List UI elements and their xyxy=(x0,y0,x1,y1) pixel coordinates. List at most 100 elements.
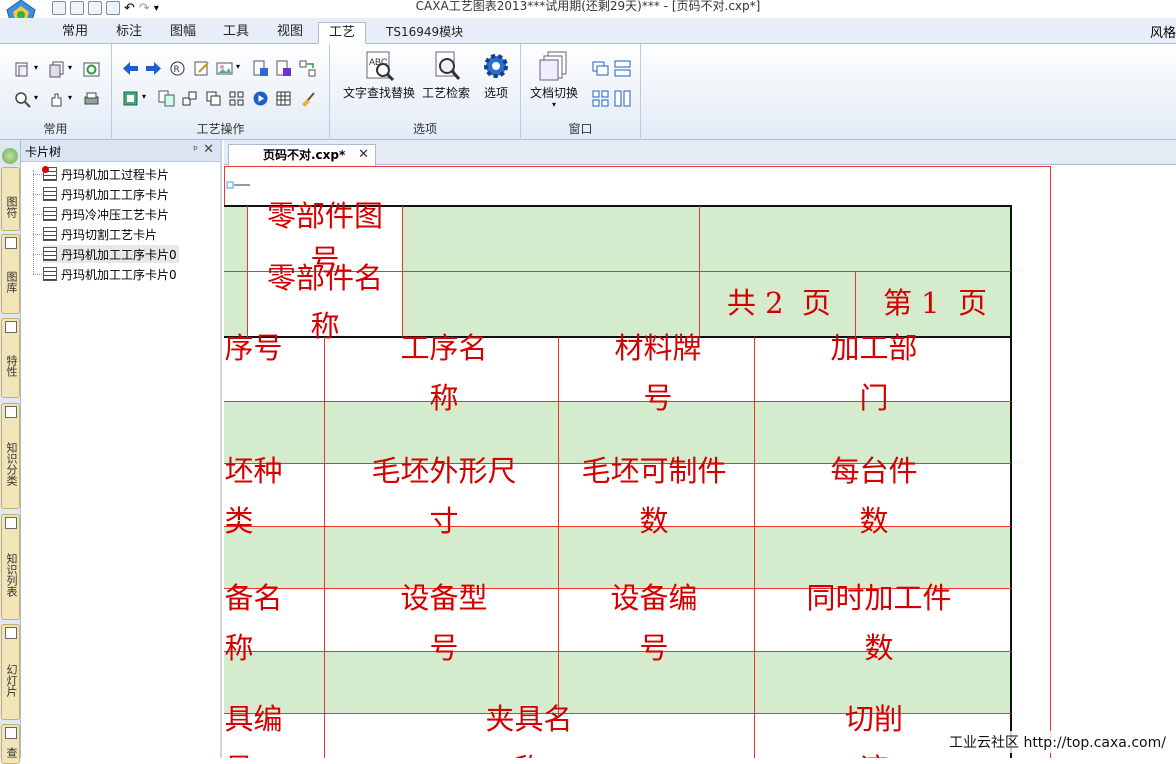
new-card-icon[interactable] xyxy=(14,61,31,78)
operation-card-icon xyxy=(43,267,57,281)
card-grid-line xyxy=(754,337,755,758)
tree-item[interactable]: 丹玛机加工工序卡片 xyxy=(43,185,169,203)
document-tab[interactable]: 页码不对.cxp* ✕ xyxy=(228,144,376,166)
process-search-label: 工艺检索 xyxy=(421,86,470,100)
side-tab-slides[interactable]: 幻灯片 xyxy=(1,624,20,720)
play-icon[interactable] xyxy=(252,90,269,107)
library-icon xyxy=(5,237,17,249)
title-bar: ↶ ↷ ▾ CAXA工艺图表2013***试用期(还剩29天)*** - [页码… xyxy=(0,0,1176,29)
brush-icon[interactable] xyxy=(299,90,316,107)
tile-vertical-icon[interactable] xyxy=(614,90,631,107)
side-tab-strip: 图符 图库 特性 知识分类 知识列表 幻灯片 查 xyxy=(0,140,21,764)
find-replace-button[interactable]: ABC 文字查找替换 xyxy=(336,50,422,101)
chevron-down-icon[interactable]: ▾ xyxy=(68,63,72,72)
side-tab-search[interactable]: 查 xyxy=(1,724,20,764)
pan-icon[interactable] xyxy=(48,91,65,108)
ribbon: ▾ ▾ ▾ ▾ 常用 R ▾ ▾ 工艺操作 ABC 文字查找替换 工艺检索 选项… xyxy=(0,44,1176,140)
group-process-ops-label: 工艺操作 xyxy=(196,122,245,136)
side-tab-knowledge-category[interactable]: 知识分类 xyxy=(1,403,20,509)
watermark: 工业云社区 http://top.caxa.com/ xyxy=(946,731,1169,753)
chevron-down-icon[interactable]: ▾ xyxy=(236,62,240,71)
department-label: 加工部门 xyxy=(830,331,918,415)
side-tab-properties[interactable]: 特性 xyxy=(1,318,20,398)
operation-no-label: 工序号 xyxy=(224,331,283,365)
options-button[interactable]: 选项 xyxy=(478,50,514,101)
card-sync-icon[interactable] xyxy=(299,60,316,77)
document-tab-label: 页码不对.cxp* xyxy=(263,148,346,162)
side-tab-symbols[interactable]: 图符 xyxy=(1,167,20,231)
pin-icon[interactable]: ᵖ xyxy=(193,143,198,156)
print-card-icon[interactable] xyxy=(83,91,100,108)
process-card-icon xyxy=(42,166,57,181)
chevron-down-icon[interactable]: ▾ xyxy=(34,93,38,102)
side-tab-label: 知识分类 xyxy=(5,442,18,486)
insert-image-icon[interactable] xyxy=(216,60,233,77)
close-icon[interactable]: ✕ xyxy=(203,142,214,157)
card-grid-line xyxy=(699,206,700,337)
card-merge-icon[interactable] xyxy=(158,90,175,107)
side-tab-knowledge-list[interactable]: 知识列表 xyxy=(1,514,20,620)
arrow-right-icon[interactable] xyxy=(145,60,162,77)
arrow-left-icon[interactable] xyxy=(122,60,139,77)
tab-common[interactable]: 常用 xyxy=(60,22,90,44)
group-common: ▾ ▾ ▾ ▾ 常用 xyxy=(0,44,112,140)
tile-horizontal-icon[interactable] xyxy=(614,60,631,77)
chevron-down-icon: ▾ xyxy=(551,100,556,109)
panel-toggle-icon[interactable] xyxy=(2,148,18,164)
close-icon[interactable]: ✕ xyxy=(358,145,369,165)
tree-connector xyxy=(33,214,42,215)
operation-card-icon xyxy=(43,187,57,201)
tile-grid-icon[interactable] xyxy=(592,90,609,107)
card-export-icon[interactable] xyxy=(252,60,269,77)
process-search-button[interactable]: 工艺检索 xyxy=(420,50,472,101)
side-tab-label: 幻灯片 xyxy=(5,663,18,697)
grid-icon[interactable] xyxy=(228,90,245,107)
tab-tools[interactable]: 工具 xyxy=(221,22,251,44)
doc-switch-button[interactable]: 文档切换 ▾ xyxy=(527,50,581,109)
side-tab-library[interactable]: 图库 xyxy=(1,234,20,314)
card-canvas[interactable]: 零部件图号 零部件名称 共 2 页 第 1 页 工序号 工序名称 材料牌号 加工… xyxy=(224,166,1176,758)
tab-sheet[interactable]: 图幅 xyxy=(168,22,198,44)
card-tree-header: 卡片树 ᵖ ✕ xyxy=(21,140,220,162)
card-grid-line xyxy=(402,206,403,337)
chevron-down-icon[interactable]: ▾ xyxy=(34,63,38,72)
tab-annotation[interactable]: 标注 xyxy=(114,22,144,44)
doc-switch-icon xyxy=(539,51,567,81)
tree-item-label: 丹玛机加工工序卡片0 xyxy=(61,247,177,262)
user-style-label[interactable]: 风格 xyxy=(1150,22,1176,41)
search-icon xyxy=(5,727,17,739)
operation-name-label: 工序名称 xyxy=(400,331,488,415)
operation-card-icon xyxy=(43,207,57,221)
card-grid-line xyxy=(324,337,325,758)
tab-view[interactable]: 视图 xyxy=(275,22,305,44)
edit-card-icon[interactable] xyxy=(193,60,210,77)
tree-item[interactable]: 丹玛切割工艺卡片 xyxy=(43,225,157,243)
refresh-card-icon[interactable] xyxy=(83,61,100,78)
find-replace-label: 文字查找替换 xyxy=(342,86,415,100)
tree-item-selected[interactable]: 丹玛机加工工序卡片0 xyxy=(43,245,179,263)
tab-ts16949[interactable]: TS16949模块 xyxy=(384,22,465,44)
card-template-icon[interactable] xyxy=(122,90,139,107)
operation-card-icon xyxy=(43,247,57,261)
document-tab-bar: 页码不对.cxp* ✕ xyxy=(224,140,1176,166)
tree-item[interactable]: 丹玛机加工工序卡片0 xyxy=(43,265,177,283)
card-frame-line xyxy=(1010,205,1012,758)
cascade-window-icon[interactable] xyxy=(592,60,609,77)
tree-item[interactable]: 丹玛机加工过程卡片 xyxy=(42,165,169,183)
tree-item[interactable]: 丹玛冷冲压工艺卡片 xyxy=(43,205,169,223)
chevron-down-icon[interactable]: ▾ xyxy=(142,92,146,101)
link-icon[interactable] xyxy=(181,90,198,107)
equipment-model-label: 设备型号 xyxy=(400,581,488,665)
copy-card-icon[interactable] xyxy=(48,61,65,78)
group-options: ABC 文字查找替换 工艺检索 选项 选项 xyxy=(330,44,521,140)
card-import-icon[interactable] xyxy=(275,60,292,77)
group-process-ops: R ▾ ▾ 工艺操作 xyxy=(112,44,330,140)
table-icon[interactable] xyxy=(275,90,292,107)
card-copy-icon[interactable] xyxy=(205,90,222,107)
cutting-fluid-label: 切削液 xyxy=(844,702,903,758)
tab-process[interactable]: 工艺 xyxy=(318,22,367,44)
symbol-icon[interactable]: R xyxy=(169,60,186,77)
chevron-down-icon[interactable]: ▾ xyxy=(68,93,72,102)
equipment-name-label: 设备名称 xyxy=(224,581,283,665)
zoom-icon[interactable] xyxy=(14,91,31,108)
